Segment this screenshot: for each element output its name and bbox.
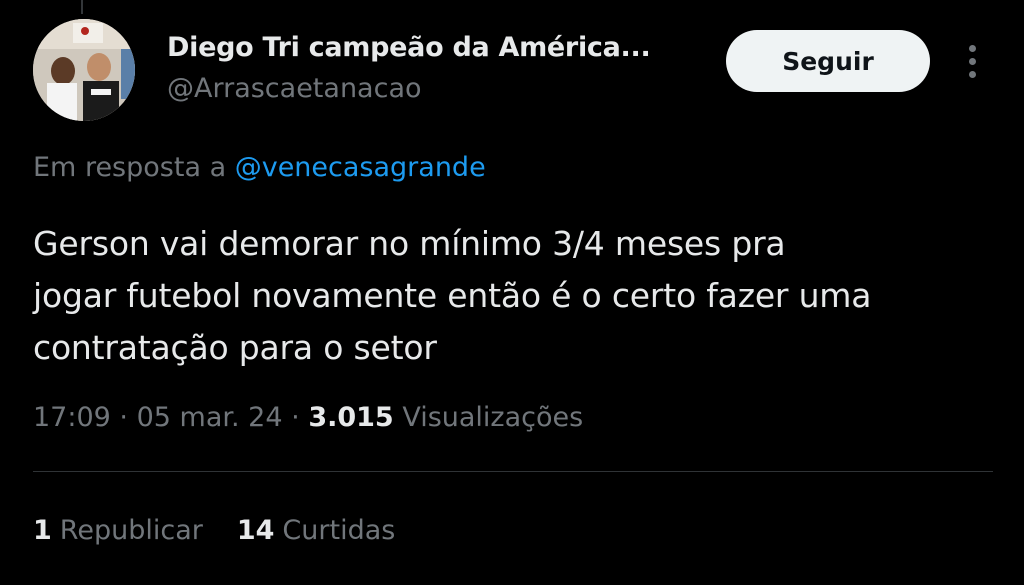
views-label: Visualizações <box>402 402 584 433</box>
views-count: 3.015 <box>308 402 394 433</box>
likes-stat[interactable]: 14 Curtidas <box>237 515 395 546</box>
tweet-time[interactable]: 17:09 <box>33 402 111 433</box>
likes-label: Curtidas <box>282 515 396 546</box>
tweet-date[interactable]: 05 mar. 24 <box>137 402 283 433</box>
avatar-photo <box>33 19 135 121</box>
reply-context: Em resposta a @venecasagrande <box>33 152 486 183</box>
meta-separator: · <box>291 402 300 433</box>
tweet-meta: 17:09 · 05 mar. 24 · 3.015 Visualizações <box>33 402 583 433</box>
follow-button[interactable]: Seguir <box>726 30 930 92</box>
tweet-text: Gerson vai demorar no mínimo 3/4 meses p… <box>33 224 872 367</box>
reply-prefix: Em resposta a <box>33 152 227 183</box>
reply-mention-link[interactable]: @venecasagrande <box>235 152 486 183</box>
author-handle[interactable]: @Arrascaetanacao <box>167 73 422 104</box>
meta-separator: · <box>119 402 128 433</box>
thread-connector-line <box>81 0 83 14</box>
reposts-label: Republicar <box>59 515 203 546</box>
author-display-name[interactable]: Diego Tri campeão da América... <box>167 32 651 63</box>
tweet-stats: 1 Republicar 14 Curtidas <box>33 515 395 546</box>
reposts-count: 1 <box>33 515 52 546</box>
more-dot <box>968 44 976 52</box>
more-dot <box>968 70 976 78</box>
likes-count: 14 <box>236 515 275 546</box>
avatar[interactable] <box>33 19 135 121</box>
more-options-icon[interactable] <box>958 40 986 82</box>
reposts-stat[interactable]: 1 Republicar <box>33 515 203 546</box>
more-dot <box>968 57 976 65</box>
divider <box>33 471 993 472</box>
